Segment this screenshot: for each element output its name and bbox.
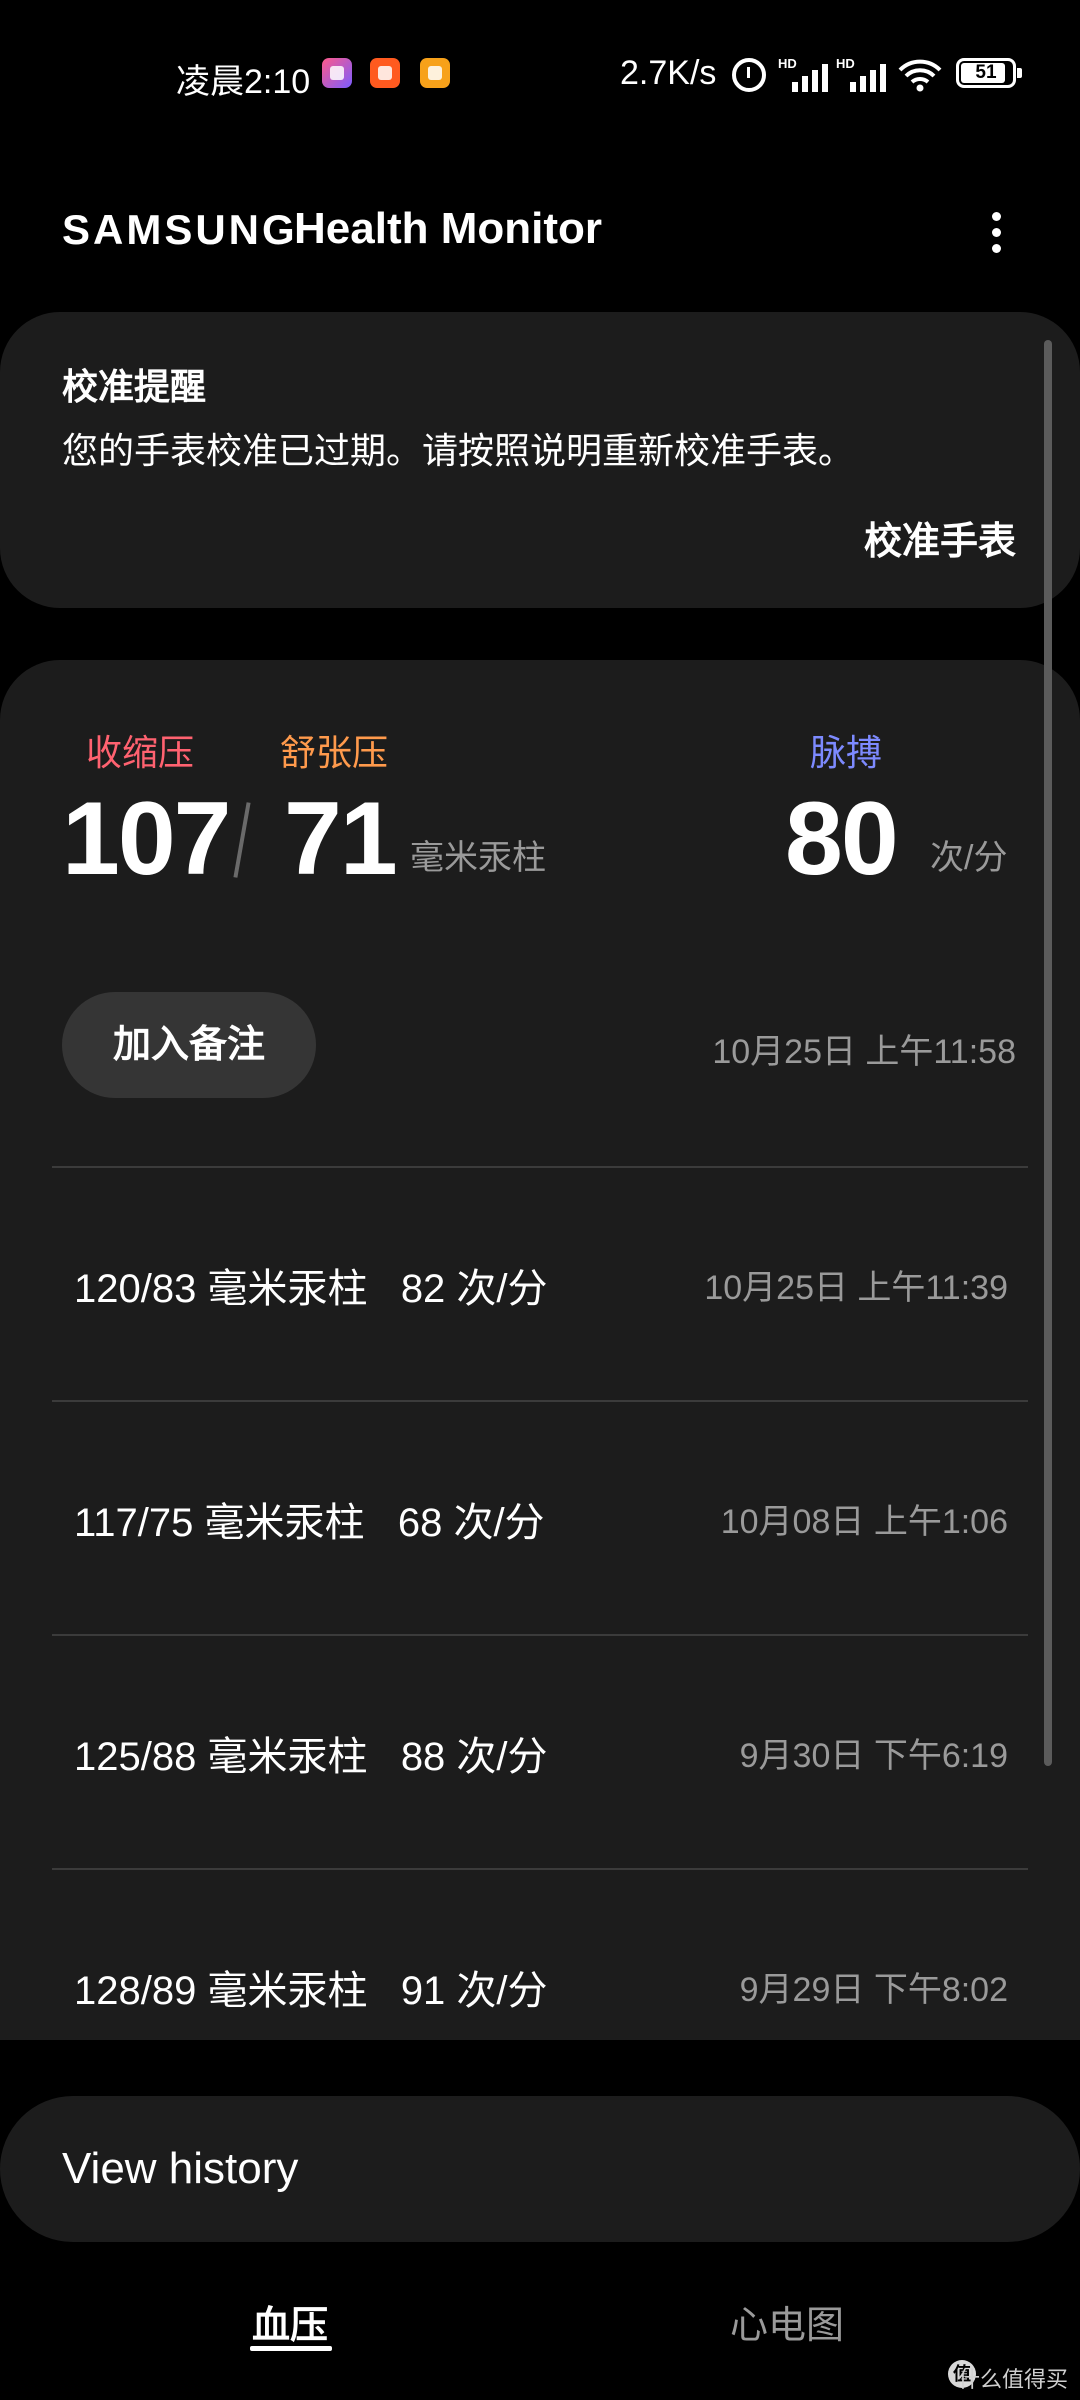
app-title: Health Monitor: [294, 204, 602, 253]
history-row[interactable]: 117/75 毫米汞柱 68 次/分 10月08日 上午1:06: [52, 1400, 1028, 1634]
pulse-value: 80: [785, 781, 899, 897]
row-time: 10月25日 上午11:39: [704, 1269, 1008, 1307]
row-reading: 125/88 毫米汞柱 88 次/分: [74, 1735, 548, 1779]
systolic-value: 107: [62, 781, 232, 897]
row-time: 9月29日 下午8:02: [739, 1971, 1008, 2009]
pulse-label: 脉搏: [810, 732, 883, 773]
calibration-message: 您的手表校准已过期。请按照说明重新校准手表。: [62, 430, 855, 471]
row-reading: 120/83 毫米汞柱 82 次/分: [74, 1267, 548, 1311]
row-time: 10月08日 上午1:06: [720, 1503, 1008, 1541]
cell-signal-icon: HD: [836, 56, 892, 92]
wifi-icon: [898, 58, 942, 92]
history-row[interactable]: 120/83 毫米汞柱 82 次/分 10月25日 上午11:39: [52, 1166, 1028, 1400]
app-notification-icon: [322, 58, 352, 88]
tab-blood-pressure[interactable]: 血压: [252, 2294, 328, 2349]
calibrate-watch-button[interactable]: 校准手表: [864, 510, 1016, 565]
latest-timestamp: 10月25日 上午11:58: [712, 1033, 1016, 1071]
hd-badge: HD: [778, 56, 797, 71]
alarm-icon: [732, 58, 766, 92]
row-reading: 128/89 毫米汞柱 91 次/分: [74, 1969, 548, 2013]
diastolic-label: 舒张压: [280, 732, 389, 773]
history-row[interactable]: 128/89 毫米汞柱 91 次/分 9月29日 下午8:02: [52, 1868, 1028, 2102]
diastolic-value: 71: [284, 781, 398, 897]
battery-level: 51: [975, 62, 997, 83]
calibration-reminder-card: 校准提醒 您的手表校准已过期。请按照说明重新校准手表。 校准手表: [0, 312, 1080, 608]
scrollbar[interactable]: [1044, 340, 1052, 1766]
network-speed: 2.7K/s: [620, 54, 717, 92]
status-time: 凌晨2:10: [176, 63, 311, 101]
row-time: 9月30日 下午6:19: [739, 1737, 1008, 1775]
add-note-button[interactable]: 加入备注: [62, 992, 316, 1098]
status-bar: 凌晨2:10 2.7K/s HD HD 51: [0, 0, 1080, 150]
view-history-button[interactable]: View history: [0, 2096, 1080, 2242]
value-divider: [233, 802, 251, 878]
active-tab-indicator: [250, 2346, 332, 2351]
pulse-unit: 次/分: [930, 839, 1008, 877]
hd-badge: HD: [836, 56, 855, 71]
more-options-button[interactable]: [966, 202, 1026, 262]
blood-pressure-card: 收缩压 舒张压 脉搏 107 71 毫米汞柱 80 次/分 加入备注 10月25…: [0, 660, 1080, 2040]
brand-logo: SAMSUNG: [62, 206, 298, 253]
systolic-label: 收缩压: [86, 732, 195, 773]
battery-icon: 51: [956, 58, 1022, 88]
app-header: SAMSUNG Health Monitor: [0, 170, 1080, 290]
shopping-notification-icon: [370, 58, 400, 88]
view-history-label: View history: [62, 2144, 299, 2193]
calibration-title: 校准提醒: [62, 366, 207, 407]
row-reading: 117/75 毫米汞柱 68 次/分: [74, 1501, 545, 1545]
bp-unit: 毫米汞柱: [410, 839, 546, 877]
message-notification-icon: [420, 58, 450, 88]
history-row[interactable]: 125/88 毫米汞柱 88 次/分 9月30日 下午6:19: [52, 1634, 1028, 1868]
tab-ecg[interactable]: 心电图: [730, 2294, 844, 2349]
cell-signal-icon: HD: [778, 56, 834, 92]
watermark-text: 什么值得买: [957, 2367, 1068, 2392]
